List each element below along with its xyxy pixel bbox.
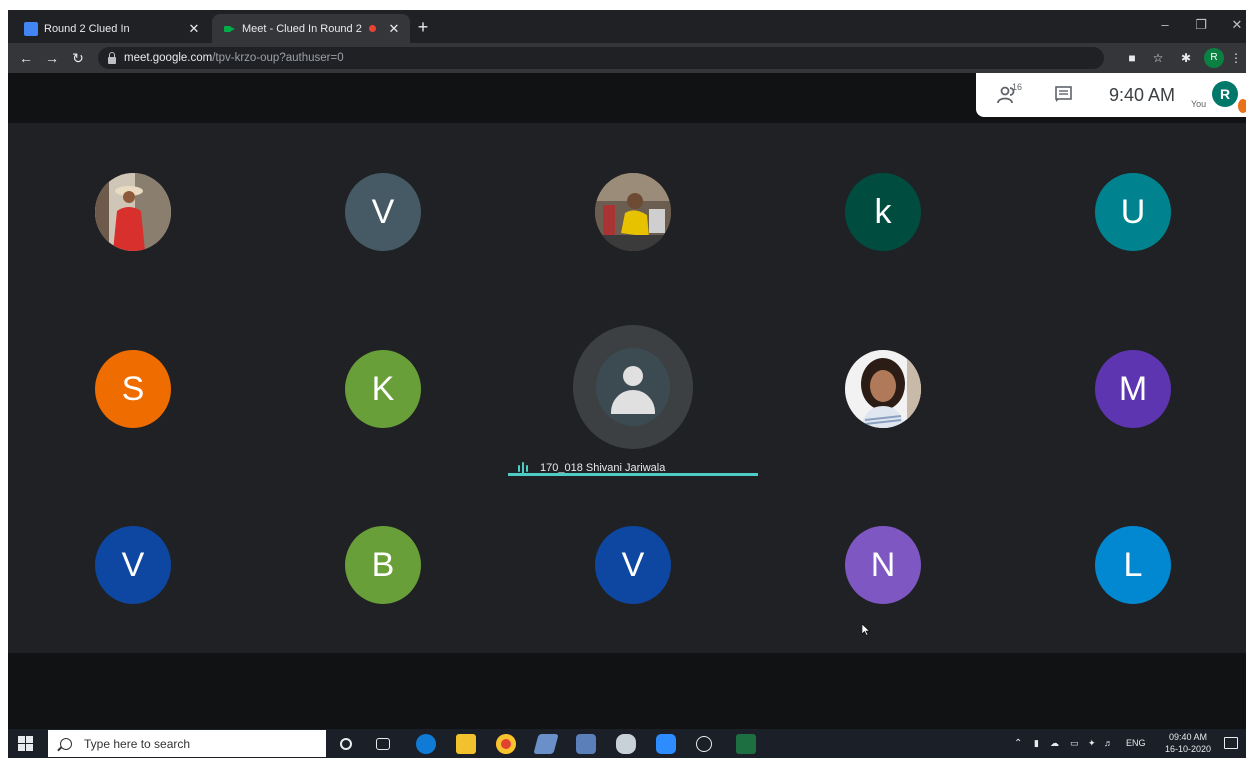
obs-icon[interactable] [696,736,712,752]
participant-avatar-k-upper[interactable]: K [345,350,421,428]
google-meet-icon [222,21,236,36]
windows-start-icon[interactable] [18,736,34,752]
close-tab-icon[interactable]: ✕ [386,21,402,37]
bookmark-star-icon[interactable]: ☆ [1148,48,1168,68]
participant-photo [845,350,921,428]
address-bar[interactable]: meet.google.com/tpv-krzo-oup?authuser=0 [98,47,1104,69]
lock-icon [108,51,116,64]
close-window-icon[interactable]: ✕ [1220,14,1246,36]
taskbar-date[interactable]: 16-10-2020 [1160,744,1216,754]
tab-round-2-clued-in[interactable]: Round 2 Clued In ✕ [14,14,210,43]
participant-photo-avatar[interactable] [95,173,171,251]
browser-toolbar: ← → ↻ meet.google.com/tpv-krzo-oup?authu… [8,43,1246,73]
participant-avatar-u[interactable]: U [1095,173,1171,251]
participant-avatar-n[interactable]: N [845,526,921,604]
you-label: You [1191,99,1207,109]
edge-icon[interactable] [416,734,436,754]
taskbar-time[interactable]: 09:40 AM [1160,732,1216,742]
tab-title: Round 2 Clued In [44,22,130,35]
participant-avatar-k[interactable]: k [845,173,921,251]
mouse-cursor-icon [862,624,870,636]
default-user-icon [623,366,643,386]
self-status-dot [1238,99,1246,113]
camera-app-icon[interactable] [576,734,596,754]
chat-icon[interactable] [1054,85,1074,103]
excel-icon[interactable] [736,734,756,754]
participant-avatar-b[interactable]: B [345,526,421,604]
tab-meet-clued-in-round-2[interactable]: Meet - Clued In Round 2 ✕ [212,14,410,43]
volume-icon[interactable]: ♬ [1104,729,1113,758]
search-icon [60,737,72,750]
browser-tab-strip: Round 2 Clued In ✕ Meet - Clued In Round… [8,10,1246,43]
url-text: meet.google.com/tpv-krzo-oup?authuser=0 [124,52,344,64]
extensions-icon[interactable]: ✱ [1176,48,1196,68]
notifications-icon[interactable] [1224,737,1238,749]
participant-photo [95,173,171,251]
tray-chevron-icon[interactable]: ⌃ [1014,729,1022,758]
paint-app-icon[interactable] [616,734,636,754]
google-doc-icon [24,21,38,36]
participant-photo [595,173,671,251]
windows-taskbar: Type here to search ⌃ ▮ ☁ ▭ ✦ ♬ ENG 09:4… [8,729,1246,758]
recording-indicator-icon [369,25,376,32]
participant-photo-avatar[interactable] [595,173,671,251]
language-indicator[interactable]: ENG [1126,729,1146,758]
participant-avatar-m[interactable]: M [1095,350,1171,428]
self-avatar[interactable]: R [1212,81,1238,107]
participant-avatar-s[interactable]: S [95,350,171,428]
active-speaker-avatar[interactable] [596,348,670,426]
cortana-icon[interactable] [340,738,352,750]
participant-avatar-v[interactable]: V [95,526,171,604]
notes-app-icon[interactable] [533,734,559,754]
participant-avatar-v[interactable]: V [595,526,671,604]
tab-title: Meet - Clued In Round 2 [242,22,362,35]
task-view-icon[interactable] [376,738,390,750]
active-speaker-highlight [508,473,758,476]
camera-in-use-icon[interactable]: ■ [1122,48,1142,68]
meet-bottom-bar [8,653,1246,729]
close-tab-icon[interactable]: ✕ [186,21,202,37]
participant-photo-avatar[interactable] [845,350,921,428]
zoom-icon[interactable] [656,734,676,754]
meeting-info-panel: 16 9:40 AM You R [976,73,1246,117]
onedrive-icon[interactable]: ☁ [1050,729,1059,758]
minimize-icon[interactable]: – [1148,14,1182,36]
reload-icon[interactable]: ↻ [66,46,90,70]
screen: Round 2 Clued In ✕ Meet - Clued In Round… [8,10,1246,758]
battery-icon[interactable]: ▭ [1070,729,1079,758]
taskbar-search-input[interactable]: Type here to search [48,730,326,757]
chrome-icon[interactable] [496,734,516,754]
maximize-icon[interactable]: ❐ [1184,14,1218,36]
menu-dots-icon[interactable]: ⋮ [1226,48,1246,68]
microphone-icon[interactable]: ▮ [1034,729,1039,758]
participant-avatar-v[interactable]: V [345,173,421,251]
new-tab-button[interactable]: + [412,16,434,38]
back-icon[interactable]: ← [14,46,38,70]
wifi-icon[interactable]: ✦ [1088,729,1096,758]
file-explorer-icon[interactable] [456,734,476,754]
participant-grid: V k U S K 170_018 Shivani Jariwala M V B… [8,123,1246,653]
forward-icon[interactable]: → [40,46,64,70]
meeting-clock: 9:40 AM [1109,85,1176,105]
profile-avatar[interactable]: R [1204,48,1224,68]
participant-count: 16 [1012,82,1023,92]
participant-avatar-l[interactable]: L [1095,526,1171,604]
